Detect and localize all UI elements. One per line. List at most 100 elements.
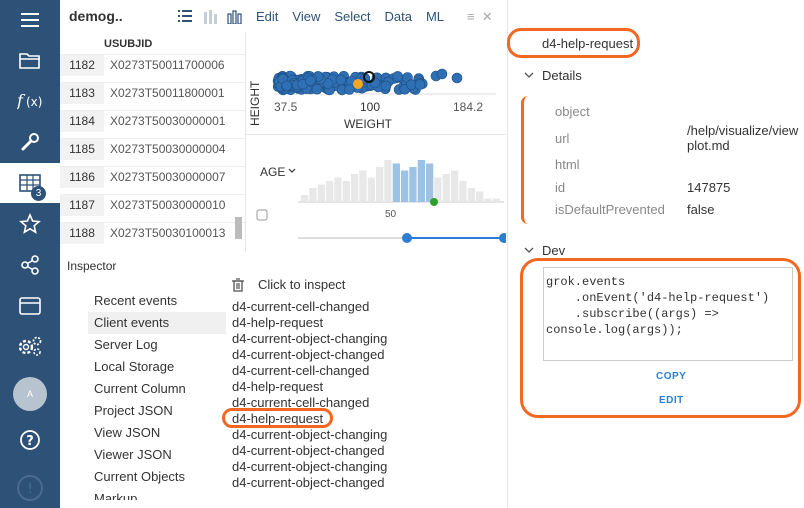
scatter-plot[interactable]: 37.5 100 184.2 WEIGHT HEIGHT bbox=[246, 32, 506, 135]
inspector-item-current-objects[interactable]: Current Objects bbox=[88, 466, 226, 488]
share-icon[interactable] bbox=[0, 245, 60, 285]
menu-data[interactable]: Data bbox=[385, 9, 412, 24]
avatar[interactable]: A bbox=[0, 374, 60, 414]
histogram-bar[interactable] bbox=[326, 181, 334, 202]
menu-icon[interactable] bbox=[0, 0, 60, 40]
scatter-point[interactable] bbox=[344, 84, 355, 95]
scatter-point[interactable] bbox=[305, 75, 316, 87]
table-icon[interactable]: 3 bbox=[0, 163, 60, 203]
range-slider-left-handle[interactable] bbox=[402, 233, 412, 243]
scatter-point[interactable] bbox=[311, 83, 323, 95]
histogram-bar[interactable] bbox=[301, 195, 309, 202]
table-row[interactable]: 1186 X0273T50030000007 bbox=[60, 166, 245, 188]
histogram-bar[interactable] bbox=[401, 170, 409, 203]
histogram-bar[interactable] bbox=[384, 160, 392, 202]
scatter-point[interactable] bbox=[380, 80, 392, 92]
cell-value[interactable]: X0273T50030000010 bbox=[110, 195, 225, 216]
event-item[interactable]: d4-current-object-changed bbox=[232, 443, 387, 459]
folder-icon[interactable] bbox=[0, 40, 60, 80]
dev-section-header[interactable]: Dev bbox=[542, 243, 565, 258]
histogram-bar[interactable] bbox=[467, 188, 475, 202]
close-icon[interactable]: ✕ bbox=[482, 9, 493, 24]
scatter-point[interactable] bbox=[392, 71, 403, 82]
histogram[interactable]: AGE 50 bbox=[246, 135, 509, 252]
histogram-bar[interactable] bbox=[351, 174, 359, 202]
window-icon[interactable] bbox=[0, 286, 60, 326]
help-icon[interactable]: ? bbox=[0, 420, 60, 460]
histogram-bar[interactable] bbox=[367, 177, 375, 203]
table-row[interactable]: 1187 X0273T50030000010 bbox=[60, 194, 245, 216]
event-item[interactable]: d4-current-object-changing bbox=[232, 331, 387, 347]
histogram-bar[interactable] bbox=[451, 170, 459, 203]
cell-value[interactable]: X0273T50030000001 bbox=[110, 111, 225, 132]
wrench-icon[interactable] bbox=[0, 122, 60, 162]
event-item[interactable]: d4-help-request bbox=[232, 315, 387, 331]
event-item[interactable]: d4-help-request bbox=[232, 379, 387, 395]
range-slider-right-handle[interactable] bbox=[499, 233, 509, 243]
histogram-bar[interactable] bbox=[342, 181, 350, 202]
scatter-point[interactable] bbox=[451, 72, 463, 84]
histogram-bar[interactable] bbox=[426, 163, 434, 203]
menu-view[interactable]: View bbox=[292, 9, 320, 24]
scatter-point[interactable] bbox=[436, 68, 448, 80]
click-to-inspect[interactable]: Click to inspect bbox=[232, 277, 387, 293]
grid-scrollbar[interactable] bbox=[235, 217, 242, 239]
x-axis-label[interactable]: WEIGHT bbox=[344, 117, 393, 131]
alert-icon[interactable]: ! bbox=[0, 468, 60, 508]
chevron-down-icon[interactable] bbox=[524, 71, 534, 79]
cell-value[interactable]: X0273T50030000004 bbox=[110, 139, 225, 160]
histogram-column-selector[interactable]: AGE bbox=[260, 165, 285, 179]
menu-edit[interactable]: Edit bbox=[256, 9, 278, 24]
inspector-item-markup[interactable]: Markup bbox=[88, 488, 226, 500]
histogram-bar[interactable] bbox=[492, 198, 500, 203]
histogram-bar[interactable] bbox=[376, 167, 384, 202]
menu-ml[interactable]: ML bbox=[426, 9, 444, 24]
filter-checkbox[interactable] bbox=[256, 209, 268, 221]
y-axis-label[interactable]: HEIGHT bbox=[248, 80, 262, 126]
histogram-bar[interactable] bbox=[417, 160, 425, 202]
scatter-point[interactable] bbox=[335, 74, 347, 86]
table-row[interactable]: 1188 X0273T50030100013 bbox=[60, 222, 245, 244]
cell-value[interactable]: X0273T50030100013 bbox=[110, 223, 225, 244]
chevron-down-icon[interactable] bbox=[524, 246, 534, 254]
details-section-header[interactable]: Details bbox=[542, 68, 582, 83]
inspector-item-view-json[interactable]: View JSON bbox=[88, 422, 226, 444]
inspector-item-local-storage[interactable]: Local Storage bbox=[88, 356, 226, 378]
function-icon[interactable]: f (x) bbox=[0, 81, 60, 121]
cell-value[interactable]: X0273T50011700006 bbox=[110, 55, 225, 76]
table-row[interactable]: 1183 X0273T50011800001 bbox=[60, 82, 245, 104]
histogram-bar[interactable] bbox=[484, 198, 492, 203]
inspector-item-viewer-json[interactable]: Viewer JSON bbox=[88, 444, 226, 466]
settings-icon[interactable] bbox=[0, 326, 60, 366]
histogram-bar[interactable] bbox=[442, 174, 450, 202]
table-row[interactable]: 1185 X0273T50030000004 bbox=[60, 138, 245, 160]
current-point[interactable] bbox=[353, 79, 363, 89]
scatter-canvas[interactable]: 37.5 100 184.2 WEIGHT HEIGHT bbox=[246, 32, 506, 134]
inspector-item-current-column[interactable]: Current Column bbox=[88, 378, 226, 400]
star-icon[interactable] bbox=[0, 204, 60, 244]
inspector-item-server-log[interactable]: Server Log bbox=[88, 334, 226, 356]
scatter-point[interactable] bbox=[369, 77, 381, 89]
event-item[interactable]: d4-current-cell-changed bbox=[232, 363, 387, 379]
histogram-bar[interactable] bbox=[392, 163, 400, 203]
inspector-item-project-json[interactable]: Project JSON bbox=[88, 400, 226, 422]
inspector-item-recent-events[interactable]: Recent events bbox=[88, 290, 226, 312]
scatter-point[interactable] bbox=[414, 79, 426, 90]
histogram-bar[interactable] bbox=[309, 188, 317, 202]
menu-select[interactable]: Select bbox=[334, 9, 370, 24]
histogram-bar[interactable] bbox=[459, 181, 467, 202]
inspector-item-client-events[interactable]: Client events bbox=[88, 312, 226, 334]
histogram-bar[interactable] bbox=[334, 177, 342, 203]
column-header[interactable]: USUBJID bbox=[104, 38, 152, 50]
tableview-title[interactable]: demog.. bbox=[69, 8, 123, 24]
histogram-bar[interactable] bbox=[317, 184, 325, 203]
trash-icon[interactable] bbox=[232, 278, 244, 292]
event-item[interactable]: d4-current-object-changed bbox=[232, 475, 387, 491]
event-item[interactable]: d4-current-cell-changed bbox=[232, 299, 387, 315]
table-row[interactable]: 1182 X0273T50011700006 bbox=[60, 54, 245, 76]
cell-value[interactable]: X0273T50030000007 bbox=[110, 167, 225, 188]
event-item[interactable]: d4-current-object-changing bbox=[232, 459, 387, 475]
scatter-point[interactable] bbox=[281, 80, 293, 92]
histogram-bar[interactable] bbox=[359, 170, 367, 203]
hamburger-icon[interactable]: ≡ bbox=[467, 9, 475, 24]
